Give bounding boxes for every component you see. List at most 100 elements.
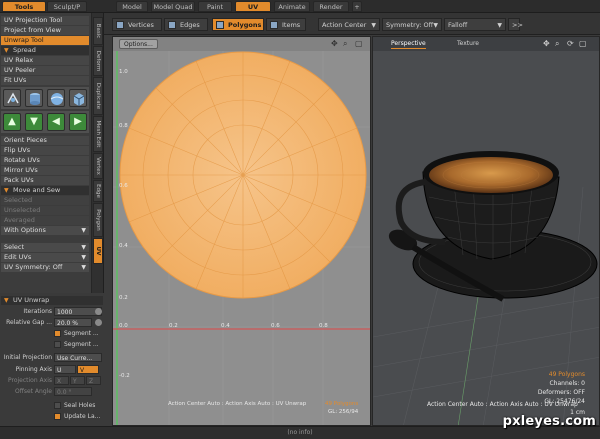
arrow-left-icon[interactable]: ◀ — [47, 113, 65, 131]
vtab-edge[interactable]: Edge — [93, 180, 103, 202]
update-row: Update La... — [0, 412, 104, 421]
uv-cylinder-icon[interactable] — [25, 89, 43, 107]
relative-gap-field[interactable]: 20.0 % — [54, 318, 92, 327]
u-axis-label: 0.8 — [319, 323, 328, 329]
vtab-deform[interactable]: Deform — [93, 46, 103, 76]
unwrap-tool[interactable]: Unwrap Tool — [1, 36, 89, 45]
update-checkbox[interactable] — [54, 413, 61, 420]
pack-uvs[interactable]: Pack UVs — [1, 176, 89, 185]
rotate-uvs[interactable]: Rotate UVs — [1, 156, 89, 165]
vtab-polygon[interactable]: Polygon — [93, 203, 103, 237]
sew-selected[interactable]: Selected — [1, 196, 89, 205]
project-from-view[interactable]: Project from View — [1, 26, 89, 35]
seal-holes-checkbox[interactable] — [54, 402, 61, 409]
segment-checkbox-2[interactable] — [54, 341, 61, 348]
tab-paint[interactable]: Paint — [198, 1, 232, 12]
projection-axis-x[interactable]: X — [54, 376, 69, 385]
segment-checkbox-1[interactable] — [54, 330, 61, 337]
uv-sphere-icon[interactable] — [47, 89, 65, 107]
tab-model-quad[interactable]: Model Quad — [151, 1, 195, 12]
pan-icon[interactable]: ✥ — [331, 39, 338, 48]
uv-relax[interactable]: UV Relax — [1, 56, 89, 65]
slider-knob-icon[interactable] — [95, 308, 102, 315]
uv-polygon-count: 49 Polygons — [325, 401, 359, 407]
projection-axis-z[interactable]: Z — [86, 376, 101, 385]
vtab-duplicate[interactable]: Duplicate — [93, 77, 103, 115]
mirror-uvs[interactable]: Mirror UVs — [1, 166, 89, 175]
vtab-mesh-edit[interactable]: Mesh Edit — [93, 116, 103, 152]
with-options-dropdown[interactable]: With Options ▼ — [1, 226, 89, 235]
move-and-sew-section[interactable]: ▼ Move and Sew — [1, 186, 89, 195]
edit-uvs-dropdown[interactable]: Edit UVs ▼ — [1, 253, 89, 262]
polygons-mode-button[interactable]: Polygons — [212, 18, 264, 31]
offset-angle-field[interactable]: 0.0 ° — [54, 387, 92, 396]
v-axis-label: 0.4 — [119, 243, 128, 249]
uv-options-button[interactable]: Options... — [119, 39, 158, 49]
tab-model[interactable]: Model — [116, 1, 148, 12]
falloff-dropdown[interactable]: Falloff ▼ — [444, 18, 506, 31]
uv-unwrap-header[interactable]: ▼ UV Unwrap — [1, 296, 103, 305]
items-mode-button[interactable]: Items — [266, 18, 306, 31]
arrow-up-icon[interactable]: ▲ — [3, 113, 21, 131]
pinning-v-button[interactable]: V — [77, 365, 99, 374]
sew-unselected[interactable]: Unselected — [1, 206, 89, 215]
selection-toolbar: Vertices Edges Polygons Items Action Cen… — [104, 13, 600, 35]
action-center-dropdown[interactable]: Action Center ▼ — [318, 18, 380, 31]
initial-projection-dropdown[interactable]: Use Curre... — [54, 353, 102, 362]
maximize-icon[interactable]: ▢ — [355, 39, 363, 48]
vtab-vertex[interactable]: Vertex — [93, 153, 103, 179]
tab-sculpt-paint[interactable]: Sculpt/P — [47, 1, 87, 12]
uv-viewport[interactable]: Options... ✥ ⌕ ▢ 1.0 0.8 0.6 0.4 0.2 0.0… — [112, 36, 371, 426]
uv-gl-readout: GL: 256/94 — [328, 409, 359, 415]
uv-projection-tool[interactable]: UV Projection Tool — [1, 16, 89, 25]
flip-uvs[interactable]: Flip UVs — [1, 146, 89, 155]
tab-uv[interactable]: UV — [235, 1, 271, 12]
more-toolbar-button[interactable]: >> — [508, 18, 523, 31]
perspective-canvas — [373, 151, 599, 425]
rotate-icon[interactable]: ⟳ — [567, 39, 574, 48]
maximize-icon[interactable]: ▢ — [579, 39, 587, 48]
perspective-viewport[interactable]: Perspective Texture ✥ ⌕ ⟳ ▢ 49 Polygons … — [372, 36, 600, 426]
uv-arrow-icon-row: ▲ ▼ ◀ ▶ — [1, 111, 89, 133]
u-axis-label: 0.6 — [271, 323, 280, 329]
perspective-status-line: Action Center Auto : Action Axis Auto : … — [427, 401, 578, 408]
uv-transform-icon[interactable] — [3, 89, 21, 107]
pan-icon[interactable]: ✥ — [543, 39, 550, 48]
add-tab-button[interactable]: + — [352, 1, 362, 12]
u-axis-label: 0.2 — [169, 323, 178, 329]
zoom-icon[interactable]: ⌕ — [343, 39, 347, 49]
vertices-mode-button[interactable]: Vertices — [112, 18, 162, 31]
vtab-uv[interactable]: UV — [93, 238, 103, 264]
pinning-u-button[interactable]: U — [54, 365, 76, 374]
symmetry-dropdown[interactable]: Symmetry: Off ▼ — [382, 18, 442, 31]
fit-uvs[interactable]: Fit UVs — [1, 76, 89, 85]
uv-peeler[interactable]: UV Peeler — [1, 66, 89, 75]
slider-knob-icon[interactable] — [95, 319, 102, 326]
polygons-icon — [216, 21, 224, 29]
arrow-down-icon[interactable]: ▼ — [25, 113, 43, 131]
sew-averaged[interactable]: Averaged — [1, 216, 89, 225]
uv-status-line: Action Center Auto : Action Axis Auto : … — [168, 401, 307, 407]
zoom-icon[interactable]: ⌕ — [555, 39, 559, 49]
chevron-down-icon: ▼ — [497, 22, 502, 29]
vtab-basic[interactable]: Basic — [93, 17, 103, 45]
arrow-right-icon[interactable]: ▶ — [69, 113, 87, 131]
uv-symmetry-dropdown[interactable]: UV Symmetry: Off ▼ — [1, 263, 89, 272]
edges-mode-button[interactable]: Edges — [164, 18, 208, 31]
select-dropdown[interactable]: Select ▼ — [1, 243, 89, 252]
collapse-arrow-icon: ▼ — [4, 297, 9, 304]
tab-animate[interactable]: Animate — [274, 1, 310, 12]
projection-axis-y[interactable]: Y — [70, 376, 85, 385]
uv-canvas — [113, 51, 370, 425]
chevron-down-icon: ▼ — [81, 227, 86, 234]
tab-render[interactable]: Render — [313, 1, 349, 12]
orient-pieces[interactable]: Orient Pieces — [1, 136, 89, 145]
spread-section[interactable]: ▼ Spread — [1, 46, 89, 55]
perspective-view-tab[interactable]: Perspective — [391, 39, 426, 49]
uv-box-icon[interactable] — [69, 89, 87, 107]
pinning-axis-row: Pinning Axis U V — [0, 365, 104, 374]
tab-tools[interactable]: Tools — [2, 1, 46, 12]
segment-row-2: Segment ... — [0, 340, 104, 349]
status-info: (no info) — [287, 429, 313, 436]
texture-view-tab[interactable]: Texture — [457, 39, 479, 49]
